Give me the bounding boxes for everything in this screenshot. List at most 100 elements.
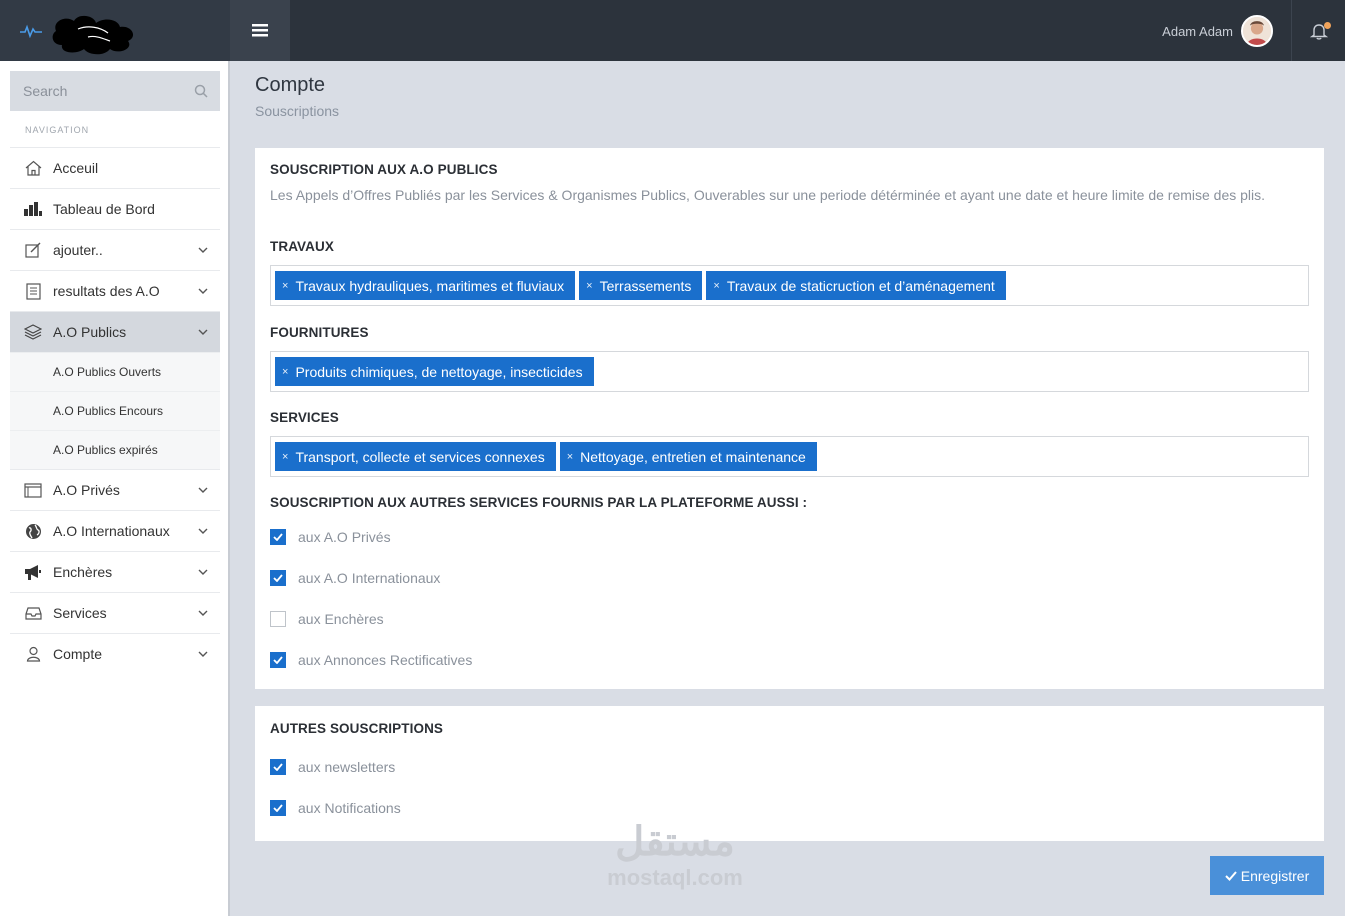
page-title: Compte	[255, 74, 326, 96]
checkbox-encheres[interactable]: aux Enchères	[270, 611, 384, 627]
checkbox[interactable]	[270, 800, 286, 816]
logo-area[interactable]	[0, 0, 230, 61]
sidebar-subitem-ao-publics-ouverts[interactable]: A.O Publics Ouverts	[10, 352, 220, 391]
sidebar-item-label: ajouter..	[53, 242, 103, 258]
user-name: Adam Adam	[1162, 23, 1233, 39]
inbox-icon	[23, 603, 43, 623]
other-subscriptions-panel: AUTRES SOUSCRIPTIONS aux newsletters aux…	[255, 706, 1324, 841]
checkbox[interactable]	[270, 611, 286, 627]
search-box[interactable]	[10, 71, 220, 111]
check-icon	[273, 533, 283, 541]
checkbox-ao-prives[interactable]: aux A.O Privés	[270, 529, 391, 545]
checkbox-ao-internationaux[interactable]: aux A.O Internationaux	[270, 570, 440, 586]
user-icon	[23, 644, 43, 664]
checkbox-label: aux Enchères	[298, 611, 384, 627]
document-icon	[23, 281, 43, 301]
remove-tag-icon[interactable]: ×	[282, 280, 288, 292]
tag-label: Produits chimiques, de nettoyage, insect…	[295, 363, 583, 380]
sidebar-item-tableau-de-bord[interactable]: Tableau de Bord	[10, 188, 220, 229]
sidebar-item-resultats[interactable]: resultats des A.O	[10, 270, 220, 311]
save-button-label: Enregistrer	[1240, 867, 1310, 884]
sidebar-item-ao-prives[interactable]: A.O Privés	[10, 469, 220, 510]
panel-description: Les Appels d’Offres Publiés par les Serv…	[270, 187, 1266, 203]
checkbox[interactable]	[270, 529, 286, 545]
home-icon	[23, 158, 43, 178]
sidebar-item-encheres[interactable]: Enchères	[10, 551, 220, 592]
check-icon	[273, 804, 283, 812]
logo	[48, 11, 138, 54]
sidebar-item-label: Enchères	[53, 564, 113, 580]
checkbox-label: aux Notifications	[298, 800, 401, 816]
tag-label: Travaux hydrauliques, maritimes et fluvi…	[295, 277, 565, 294]
check-icon	[273, 656, 283, 664]
sidebar-subitem-ao-publics-expires[interactable]: A.O Publics expirés	[10, 430, 220, 469]
panel-heading: AUTRES SOUSCRIPTIONS	[270, 721, 444, 736]
hamburger-menu-button[interactable]	[230, 0, 290, 61]
chevron-down-icon	[198, 567, 208, 577]
sidebar-item-ao-publics[interactable]: A.O Publics	[10, 311, 220, 352]
tag-produits-chimiques[interactable]: × Produits chimiques, de nettoyage, insec…	[275, 357, 594, 386]
search-input[interactable]	[23, 83, 173, 99]
chevron-down-icon	[198, 485, 208, 495]
remove-tag-icon[interactable]: ×	[567, 451, 573, 463]
nav-title: NAVIGATION	[25, 125, 90, 135]
tag-label: Travaux de staticruction et d’aménagemen…	[726, 277, 995, 294]
sidebar-item-services[interactable]: Services	[10, 592, 220, 633]
window-icon	[23, 480, 43, 500]
chevron-down-icon	[198, 608, 208, 618]
checkbox[interactable]	[270, 570, 286, 586]
sidebar-item-ajouter[interactable]: ajouter..	[10, 229, 220, 270]
checkbox-notifications[interactable]: aux Notifications	[270, 800, 401, 816]
sidebar-item-acceuil[interactable]: Acceuil	[10, 147, 220, 188]
search-icon[interactable]	[194, 84, 208, 98]
tag-label: Terrassements	[599, 277, 692, 294]
sidebar-item-compte[interactable]: Compte	[10, 633, 220, 674]
checkbox-label: aux A.O Internationaux	[298, 570, 441, 586]
megaphone-icon	[23, 562, 43, 582]
travaux-tag-input[interactable]: × Travaux hydrauliques, maritimes et fluv…	[270, 265, 1309, 306]
remove-tag-icon[interactable]: ×	[282, 451, 288, 463]
tag-transport[interactable]: × Transport, collecte et services connexe…	[275, 442, 556, 471]
save-button[interactable]: Enregistrer	[1210, 856, 1324, 895]
sidebar-item-label: Services	[53, 605, 107, 621]
checkbox-newsletters[interactable]: aux newsletters	[270, 759, 395, 775]
sidebar: NAVIGATION Acceuil Tableau de Bord ajout…	[0, 61, 230, 916]
pulse-icon	[20, 24, 42, 38]
watermark-arabic: مستقل	[615, 820, 735, 864]
checkbox[interactable]	[270, 652, 286, 668]
page-subtitle: Souscriptions	[255, 103, 340, 119]
checkbox-label: aux Annonces Rectificatives	[298, 652, 473, 668]
remove-tag-icon[interactable]: ×	[282, 366, 288, 378]
tag-nettoyage[interactable]: × Nettoyage, entretien et maintenance	[559, 442, 817, 471]
tag-travaux-hydrauliques[interactable]: × Travaux hydrauliques, maritimes et fluv…	[275, 271, 576, 300]
checkbox-annonces-rectificatives[interactable]: aux Annonces Rectificatives	[270, 652, 472, 668]
user-menu[interactable]: Adam Adam	[1162, 14, 1273, 48]
tag-travaux-construction[interactable]: × Travaux de staticruction et d’aménageme…	[706, 271, 1006, 300]
globe-icon	[23, 521, 43, 541]
tag-label: Transport, collecte et services connexes	[295, 448, 545, 465]
services-label: SERVICES	[270, 410, 339, 425]
fournitures-tag-input[interactable]: × Produits chimiques, de nettoyage, insec…	[270, 351, 1309, 392]
checkbox[interactable]	[270, 759, 286, 775]
sidebar-item-label: Tableau de Bord	[53, 201, 155, 217]
avatar	[1241, 15, 1273, 47]
chevron-down-icon	[198, 245, 208, 255]
nav-menu: Acceuil Tableau de Bord ajouter.. result…	[10, 147, 220, 674]
sidebar-subitem-ao-publics-encours[interactable]: A.O Publics Encours	[10, 391, 220, 430]
remove-tag-icon[interactable]: ×	[586, 280, 592, 292]
sidebar-item-label: resultats des A.O	[53, 283, 160, 299]
sidebar-item-label: A.O Privés	[53, 482, 120, 498]
ao-publics-subscription-panel: SOUSCRIPTION AUX A.O PUBLICS Les Appels …	[255, 148, 1324, 689]
services-tag-input[interactable]: × Transport, collecte et services connexe…	[270, 436, 1309, 477]
tag-terrassements[interactable]: × Terrassements	[579, 271, 703, 300]
sidebar-item-label: Compte	[53, 646, 103, 662]
notifications-button[interactable]	[1291, 0, 1345, 61]
remove-tag-icon[interactable]: ×	[713, 280, 719, 292]
layers-icon	[23, 322, 43, 342]
watermark-latin: mostaql.com	[607, 865, 743, 890]
watermark: مستقل mostaql.com	[590, 818, 760, 890]
sidebar-item-ao-internationaux[interactable]: A.O Internationaux	[10, 510, 220, 551]
top-bar: Adam Adam	[0, 0, 1345, 61]
chevron-down-icon	[198, 286, 208, 296]
other-services-heading: SOUSCRIPTION AUX AUTRES SERVICES FOURNIS…	[270, 495, 808, 510]
